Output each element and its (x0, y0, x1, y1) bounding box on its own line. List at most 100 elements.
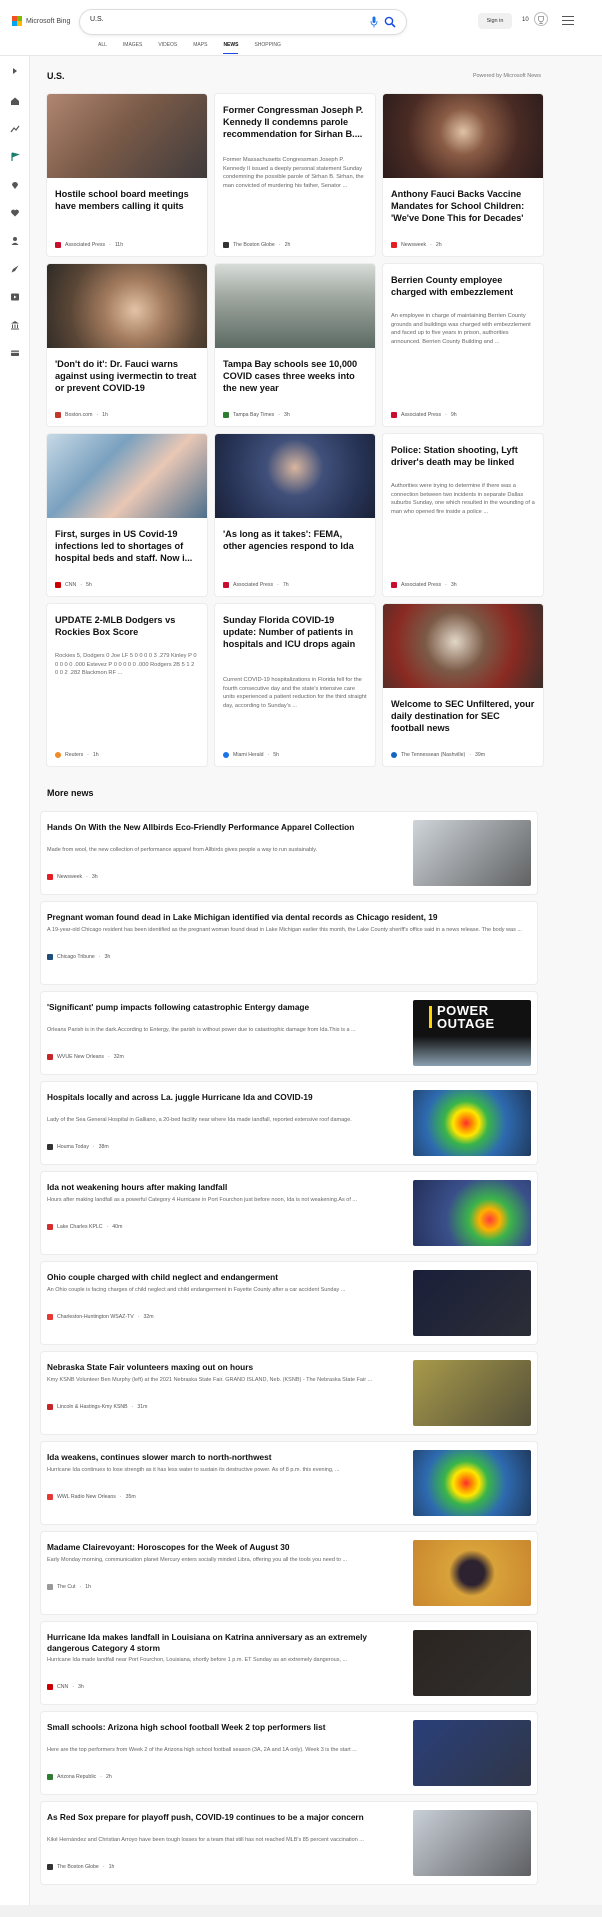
hamburger-menu-icon[interactable] (562, 16, 574, 25)
search-input[interactable]: U.S. (90, 16, 104, 23)
source-name: Arizona Republic (57, 1774, 97, 1780)
card-title[interactable]: First, surges in US Covid-19 infections … (55, 528, 199, 564)
news-title[interactable]: Hands On With the New Allbirds Eco-Frien… (47, 822, 403, 833)
news-source: CNN · 3h (47, 1684, 84, 1690)
person-icon[interactable] (10, 236, 20, 246)
news-card[interactable]: UPDATE 2-MLB Dodgers vs Rockies Box Scor… (47, 604, 207, 766)
tab-videos[interactable]: VIDEOS (150, 42, 185, 54)
fair-volunteers-photo[interactable] (413, 1360, 531, 1426)
rocket-icon[interactable] (10, 264, 20, 274)
news-list-item[interactable]: Ohio couple charged with child neglect a… (41, 1262, 537, 1344)
news-card[interactable]: First, surges in US Covid-19 infections … (47, 434, 207, 596)
football-players-photo[interactable] (413, 1720, 531, 1786)
news-card[interactable]: Welcome to SEC Unfiltered, your daily de… (383, 604, 543, 766)
news-card[interactable]: Tampa Bay schools see 10,000 COVID cases… (215, 264, 375, 426)
news-title[interactable]: Hurricane Ida makes landfall in Louisian… (47, 1632, 403, 1654)
search-icon[interactable] (384, 16, 396, 28)
news-snippet: A 19-year-old Chicago resident has been … (47, 927, 522, 933)
news-title[interactable]: Nebraska State Fair volunteers maxing ou… (47, 1362, 403, 1373)
heart-icon[interactable] (10, 208, 20, 218)
source-logo-icon (47, 1864, 53, 1870)
news-card[interactable]: Former Congressman Joseph P. Kennedy II … (215, 94, 375, 256)
runner-photo[interactable] (413, 820, 531, 886)
timestamp: 1h (108, 1864, 115, 1870)
news-list-item[interactable]: 'Significant' pump impacts following cat… (41, 992, 537, 1074)
trending-icon[interactable] (10, 124, 20, 134)
tab-news[interactable]: NEWS (215, 42, 246, 54)
storm-night-photo[interactable] (413, 1630, 531, 1696)
timestamp: 40m (112, 1224, 123, 1230)
card-title[interactable]: Anthony Fauci Backs Vaccine Mandates for… (391, 188, 535, 224)
news-title[interactable]: Hospitals locally and across La. juggle … (47, 1092, 403, 1103)
card-title[interactable]: UPDATE 2-MLB Dodgers vs Rockies Box Scor… (55, 614, 199, 638)
card-title[interactable]: Berrien County employee charged with emb… (391, 274, 535, 298)
play-icon[interactable] (10, 292, 20, 302)
news-title[interactable]: As Red Sox prepare for playoff push, COV… (47, 1812, 403, 1823)
news-card[interactable]: 'As long as it takes': FEMA, other agenc… (215, 434, 375, 596)
news-title[interactable]: Ida weakens, continues slower march to n… (47, 1452, 403, 1463)
news-title[interactable]: Pregnant woman found dead in Lake Michig… (47, 912, 529, 923)
search-tabs: ALL IMAGES VIDEOS MAPS NEWS SHOPPING (90, 42, 289, 54)
news-title[interactable]: Small schools: Arizona high school footb… (47, 1722, 403, 1733)
news-title[interactable]: Ida not weakening hours after making lan… (47, 1182, 403, 1193)
bank-icon[interactable] (10, 320, 20, 330)
card-title[interactable]: Welcome to SEC Unfiltered, your daily de… (391, 698, 535, 734)
news-card[interactable]: Sunday Florida COVID-19 update: Number o… (215, 604, 375, 766)
news-list-item[interactable]: Hurricane Ida makes landfall in Louisian… (41, 1622, 537, 1704)
card-icon[interactable] (10, 348, 20, 358)
bing-logo[interactable]: Microsoft Bing (12, 16, 70, 26)
source-logo-icon (47, 1494, 53, 1500)
news-title[interactable]: Ohio couple charged with child neglect a… (47, 1272, 403, 1283)
location-icon[interactable] (10, 180, 20, 190)
home-icon[interactable] (10, 96, 20, 106)
baseball-player-photo[interactable] (413, 1810, 531, 1876)
news-snippet: Hours after making landfall as a powerfu… (47, 1197, 357, 1203)
expand-icon[interactable] (10, 66, 20, 76)
card-title[interactable]: Sunday Florida COVID-19 update: Number o… (223, 614, 367, 650)
flag-icon[interactable] (10, 152, 20, 162)
news-title[interactable]: 'Significant' pump impacts following cat… (47, 1002, 403, 1013)
news-snippet: Hurricane Ida made landfall near Port Fo… (47, 1657, 348, 1663)
ida-weather-graphic[interactable] (413, 1180, 531, 1246)
news-list-item[interactable]: Hands On With the New Allbirds Eco-Frien… (41, 812, 537, 894)
horoscope-illustration[interactable] (413, 1540, 531, 1606)
tab-all[interactable]: ALL (90, 42, 115, 54)
news-list-item[interactable]: Hospitals locally and across La. juggle … (41, 1082, 537, 1164)
microphone-icon[interactable] (370, 16, 378, 28)
card-title[interactable]: 'Don't do it': Dr. Fauci warns against u… (55, 358, 199, 394)
timestamp: 32m (143, 1314, 154, 1320)
news-card[interactable]: Police: Station shooting, Lyft driver's … (383, 434, 543, 596)
card-title[interactable]: Hostile school board meetings have membe… (55, 188, 199, 212)
timestamp: 5h (273, 752, 280, 758)
tab-shopping[interactable]: SHOPPING (246, 42, 288, 54)
card-title[interactable]: Former Congressman Joseph P. Kennedy II … (223, 104, 367, 140)
storm-radar-map[interactable] (413, 1450, 531, 1516)
news-card[interactable]: Berrien County employee charged with emb… (383, 264, 543, 426)
source-logo-icon (47, 1314, 53, 1320)
news-list-item[interactable]: Pregnant woman found dead in Lake Michig… (41, 902, 537, 984)
news-list-item[interactable]: Ida weakens, continues slower march to n… (41, 1442, 537, 1524)
news-list-item[interactable]: Madame Clairevoyant: Horoscopes for the … (41, 1532, 537, 1614)
power-outage-graphic[interactable]: POWER OUTAGE (413, 1000, 531, 1066)
news-snippet: Lady of the Sea General Hospital in Gall… (47, 1117, 352, 1123)
news-card[interactable]: Hostile school board meetings have membe… (47, 94, 207, 256)
crime-scene-tape-photo[interactable] (413, 1270, 531, 1336)
sign-in-button[interactable]: Sign in (478, 13, 512, 29)
news-list-item[interactable]: As Red Sox prepare for playoff push, COV… (41, 1802, 537, 1884)
tab-images[interactable]: IMAGES (115, 42, 150, 54)
news-title[interactable]: Madame Clairevoyant: Horoscopes for the … (47, 1542, 403, 1553)
hurricane-radar-map[interactable] (413, 1090, 531, 1156)
tab-maps[interactable]: MAPS (185, 42, 215, 54)
card-title[interactable]: Police: Station shooting, Lyft driver's … (391, 444, 535, 468)
news-list-item[interactable]: Small schools: Arizona high school footb… (41, 1712, 537, 1794)
news-list-item[interactable]: Nebraska State Fair volunteers maxing ou… (41, 1352, 537, 1434)
news-card[interactable]: Anthony Fauci Backs Vaccine Mandates for… (383, 94, 543, 256)
news-list-item[interactable]: Ida not weakening hours after making lan… (41, 1172, 537, 1254)
card-title[interactable]: 'As long as it takes': FEMA, other agenc… (223, 528, 367, 552)
source-name: Miami Herald (233, 752, 264, 758)
search-box[interactable]: U.S. (80, 10, 406, 34)
card-title[interactable]: Tampa Bay schools see 10,000 COVID cases… (223, 358, 367, 394)
news-card[interactable]: 'Don't do it': Dr. Fauci warns against u… (47, 264, 207, 426)
source-name: WVUE New Orleans (57, 1054, 104, 1060)
rewards-trophy-icon[interactable] (534, 12, 548, 26)
